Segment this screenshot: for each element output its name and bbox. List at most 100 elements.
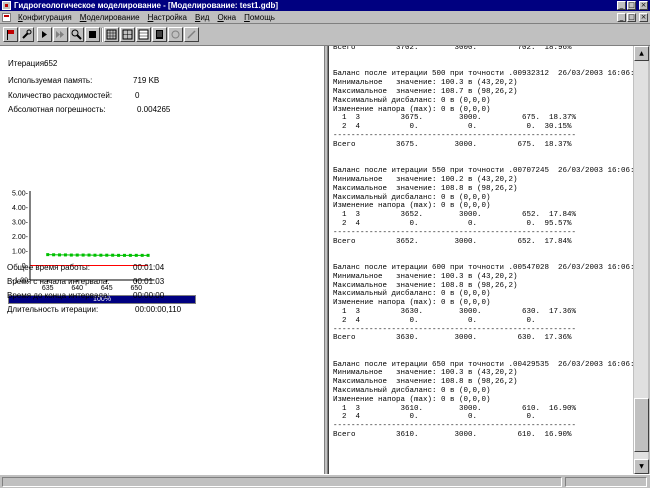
log-line: Максимальный дисбаланс: 0 в (0,0,0) [333, 387, 491, 396]
status-cell-main [2, 477, 562, 487]
log-line: 2 4 0. 0. 0. [333, 413, 536, 422]
data-point [140, 253, 144, 257]
log-line: Баланс после итерации 600 при точности .… [333, 263, 633, 272]
iteration-value: 652 [44, 59, 58, 68]
abs-error-label: Абсолютная погрешность: [8, 105, 106, 114]
series-line-0 [47, 254, 149, 256]
data-point [46, 253, 50, 257]
log-line: ----------------------------------------… [333, 422, 577, 431]
since-start-label: Время с начала интервала: [7, 277, 110, 286]
data-point [93, 253, 97, 257]
log-line: Минимальное значение: 100.2 в (43,20,2) [333, 175, 518, 184]
log-line: ----------------------------------------… [333, 228, 577, 237]
data-point [52, 253, 56, 257]
log-line: 2 4 0. 0. 0. 95.57% [333, 219, 572, 228]
log-line: 1 3 3630. 3000. 630. 17.36% [333, 307, 577, 316]
grid-icon[interactable] [120, 27, 135, 42]
data-point [111, 253, 115, 257]
log-scrollbar[interactable]: ▲ ▼ [633, 46, 649, 474]
iter-duration-label: Длительность итерации: [7, 305, 99, 314]
data-point [58, 253, 62, 257]
menu-help[interactable]: Помощь [240, 11, 279, 24]
menu-settings[interactable]: Настройка [144, 11, 191, 24]
iter-duration-value: 00:00:00,110 [135, 305, 182, 314]
log-panel[interactable]: Всего 3702. 3000. 702. 18.96% Баланс пос… [328, 46, 633, 474]
y-tick-label: 3.00- [12, 220, 29, 227]
scroll-up-icon[interactable]: ▲ [634, 46, 649, 61]
play-icon[interactable] [37, 27, 52, 42]
export-icon[interactable] [184, 27, 199, 42]
data-point [87, 253, 91, 257]
doc-restore-button[interactable]: □ [627, 13, 636, 22]
menu-windows[interactable]: Окна [213, 11, 240, 24]
abs-error-value: 0.004265 [137, 105, 171, 114]
grid-icon[interactable] [104, 27, 119, 42]
divergence-label: Количество расходимостей: [8, 91, 113, 100]
log-line: Изменение напора (max): 0 в (0,0,0) [333, 105, 491, 114]
search-icon[interactable] [69, 27, 84, 42]
log-line: ----------------------------------------… [333, 131, 577, 140]
app-icon[interactable] [2, 1, 11, 10]
data-point [99, 253, 103, 257]
log-line: Всего 3675. 3000. 675. 18.37% [333, 140, 572, 149]
data-point [69, 253, 73, 257]
log-line: 1 3 3610. 3000. 610. 16.90% [333, 404, 577, 413]
scroll-thumb[interactable] [634, 398, 649, 452]
scroll-down-icon[interactable]: ▼ [634, 459, 649, 474]
log-line: Максимальный дисбаланс: 0 в (0,0,0) [333, 193, 491, 202]
y-tick-label: 4.00- [12, 205, 29, 212]
log-line: Минимальное значение: 100.3 в (43,20,2) [333, 272, 518, 281]
title-bar[interactable]: Гидрогеологическое моделирование - [Моде… [0, 0, 650, 11]
fast-forward-icon[interactable] [53, 27, 68, 42]
progress-panel: Итерация: 652 Используемая память: 719 K… [0, 46, 325, 474]
log-line: Баланс после итерации 550 при точности .… [333, 167, 633, 176]
log-line: 2 4 0. 0. 0. [333, 316, 536, 325]
minimize-button[interactable]: _ [617, 1, 626, 10]
divergence-value: 0 [135, 91, 140, 100]
log-line: Изменение напора (max): 0 в (0,0,0) [333, 395, 491, 404]
flag-icon[interactable] [3, 27, 18, 42]
menu-modeling[interactable]: Моделирование [76, 11, 144, 24]
refresh-icon[interactable] [168, 27, 183, 42]
data-point [122, 253, 126, 257]
maximize-button[interactable]: □ [627, 1, 636, 10]
data-point [63, 253, 67, 257]
memory-label: Используемая память: [8, 76, 93, 85]
log-line: ----------------------------------------… [333, 325, 577, 334]
stop-icon[interactable] [85, 27, 100, 42]
status-bar [0, 474, 650, 488]
table-icon[interactable] [136, 27, 151, 42]
menu-view[interactable]: Вид [191, 11, 213, 24]
log-line: Изменение напора (max): 0 в (0,0,0) [333, 202, 491, 211]
data-point [105, 253, 109, 257]
doc-close-button[interactable]: × [639, 13, 648, 22]
doc-minimize-button[interactable]: _ [617, 13, 626, 22]
log-line: Всего 3630. 3000. 630. 17.36% [333, 334, 572, 343]
log-line: 1 3 3675. 3000. 675. 18.37% [333, 114, 577, 123]
log-line: Максимальное значение: 108.8 в (98,26,2) [333, 378, 518, 387]
log-line: 1 3 3652. 3000. 652. 17.84% [333, 211, 577, 220]
document-icon[interactable] [2, 13, 11, 22]
y-tick-label: 2.00- [12, 234, 29, 241]
log-line: Минимальное значение: 100.3 в (43,20,2) [333, 79, 518, 88]
y-tick-label: 5.00- [12, 191, 29, 198]
data-point [75, 253, 79, 257]
log-line: Максимальное значение: 108.8 в (98,26,2) [333, 281, 518, 290]
report-icon[interactable] [152, 27, 167, 42]
menu-configuration[interactable]: Конфигурация [14, 11, 76, 24]
data-point [146, 253, 150, 257]
log-line: Максимальное значение: 108.7 в (98,26,2) [333, 87, 518, 96]
menu-bar: Конфигурация Моделирование Настройка Вид… [0, 11, 650, 24]
memory-value: 719 KB [133, 76, 160, 85]
data-point [134, 253, 138, 257]
close-button[interactable]: × [639, 1, 648, 10]
data-point [128, 253, 132, 257]
wrench-icon[interactable] [19, 27, 34, 42]
